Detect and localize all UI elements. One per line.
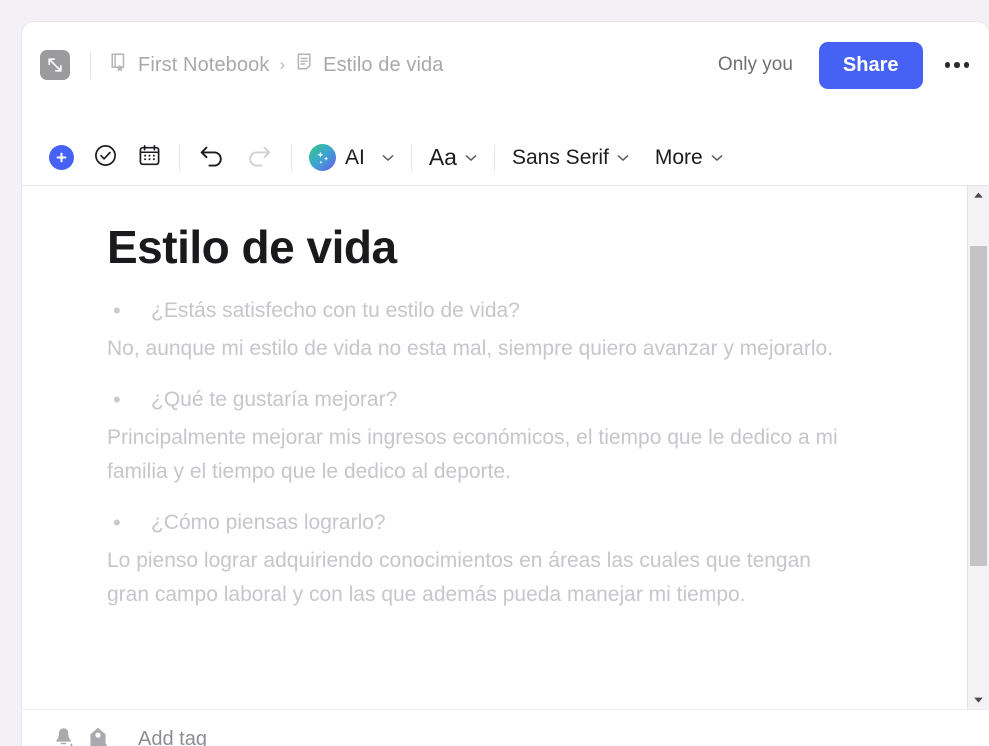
page-title[interactable]: Estilo de vida [107,222,907,273]
header-divider [90,51,91,79]
note-window: First Notebook › Estilo de vida Only you… [22,22,989,746]
add-tag-button[interactable]: Add tag [138,728,207,746]
more-dot [963,62,969,68]
window-header: First Notebook › Estilo de vida Only you… [22,22,989,108]
font-family-label: Sans Serif [511,145,609,169]
answer-text[interactable]: Principalmente mejorar mis ingresos econ… [107,421,847,489]
ai-button[interactable]: AI [309,144,394,171]
more-dot [944,62,950,68]
undo-arrow-icon [197,142,226,174]
check-circle-icon [93,143,118,173]
breadcrumb-note-label: Estilo de vida [323,53,444,76]
question-text: ¿Qué te gustaría mejorar? [151,387,398,411]
more-horizontal-icon[interactable] [944,62,969,68]
vertical-scrollbar[interactable] [967,186,989,709]
breadcrumb: First Notebook › Estilo de vida [109,52,443,78]
task-button[interactable] [93,143,118,173]
note-content-area[interactable]: Estilo de vida • ¿Estás satisfecho con t… [22,186,967,709]
visibility-label[interactable]: Only you [718,54,793,76]
redo-button[interactable] [245,142,274,174]
ai-label: AI [345,145,365,169]
bullet-marker: • [113,386,121,412]
note-footer: Add tag [22,710,989,746]
font-style-button[interactable]: Aa [429,144,477,171]
bullet-marker: • [113,297,121,323]
list-item[interactable]: • ¿Estás satisfecho con tu estilo de vid… [107,295,907,326]
more-options-button[interactable]: More [655,146,723,170]
add-button[interactable] [49,145,74,170]
toolbar-divider [179,144,180,171]
chevron-down-icon [617,149,629,167]
scroll-down-arrow-icon[interactable] [968,691,989,709]
font-style-label: Aa [428,144,457,170]
share-button[interactable]: Share [818,41,923,89]
more-dot [954,62,960,68]
scrollbar-thumb[interactable] [970,246,987,566]
answer-text[interactable]: Lo pienso lograr adquiriendo conocimient… [107,544,847,612]
breadcrumb-item-note[interactable]: Estilo de vida [295,52,443,78]
font-family-button[interactable]: Sans Serif [512,146,629,170]
bullet-marker: • [113,509,121,535]
undo-button[interactable] [197,142,226,174]
toolbar-divider [493,144,495,171]
breadcrumb-notebook-label: First Notebook [138,53,270,76]
redo-arrow-icon [245,142,274,174]
editor-toolbar: AI Aa Sans Serif More [22,130,989,185]
plus-circle-icon [49,145,74,170]
breadcrumb-item-notebook[interactable]: First Notebook [109,52,269,78]
more-options-label: More [654,145,703,169]
calendar-button[interactable] [137,143,162,173]
toolbar-divider [410,144,412,171]
calendar-icon [137,143,162,173]
breadcrumb-separator: › [279,55,286,74]
chevron-down-icon [382,149,394,167]
question-text: ¿Cómo piensas lograrlo? [151,510,386,534]
bell-add-icon[interactable] [48,724,82,746]
ai-sparkle-icon [309,144,336,171]
notebook-star-icon [109,52,129,78]
chevron-down-icon [465,149,477,167]
expand-arrows-icon[interactable] [40,50,70,80]
list-item[interactable]: • ¿Qué te gustaría mejorar? [107,384,907,415]
chevron-down-icon [711,149,723,167]
answer-text[interactable]: No, aunque mi estilo de vida no esta mal… [107,332,847,366]
tag-add-icon[interactable] [82,724,116,746]
toolbar-divider [291,144,292,171]
note-document-icon [295,52,314,78]
list-item[interactable]: • ¿Cómo piensas lograrlo? [107,507,907,538]
note-document: Estilo de vida • ¿Estás satisfecho con t… [22,186,967,612]
question-text: ¿Estás satisfecho con tu estilo de vida? [151,298,520,322]
scroll-up-arrow-icon[interactable] [968,186,989,204]
